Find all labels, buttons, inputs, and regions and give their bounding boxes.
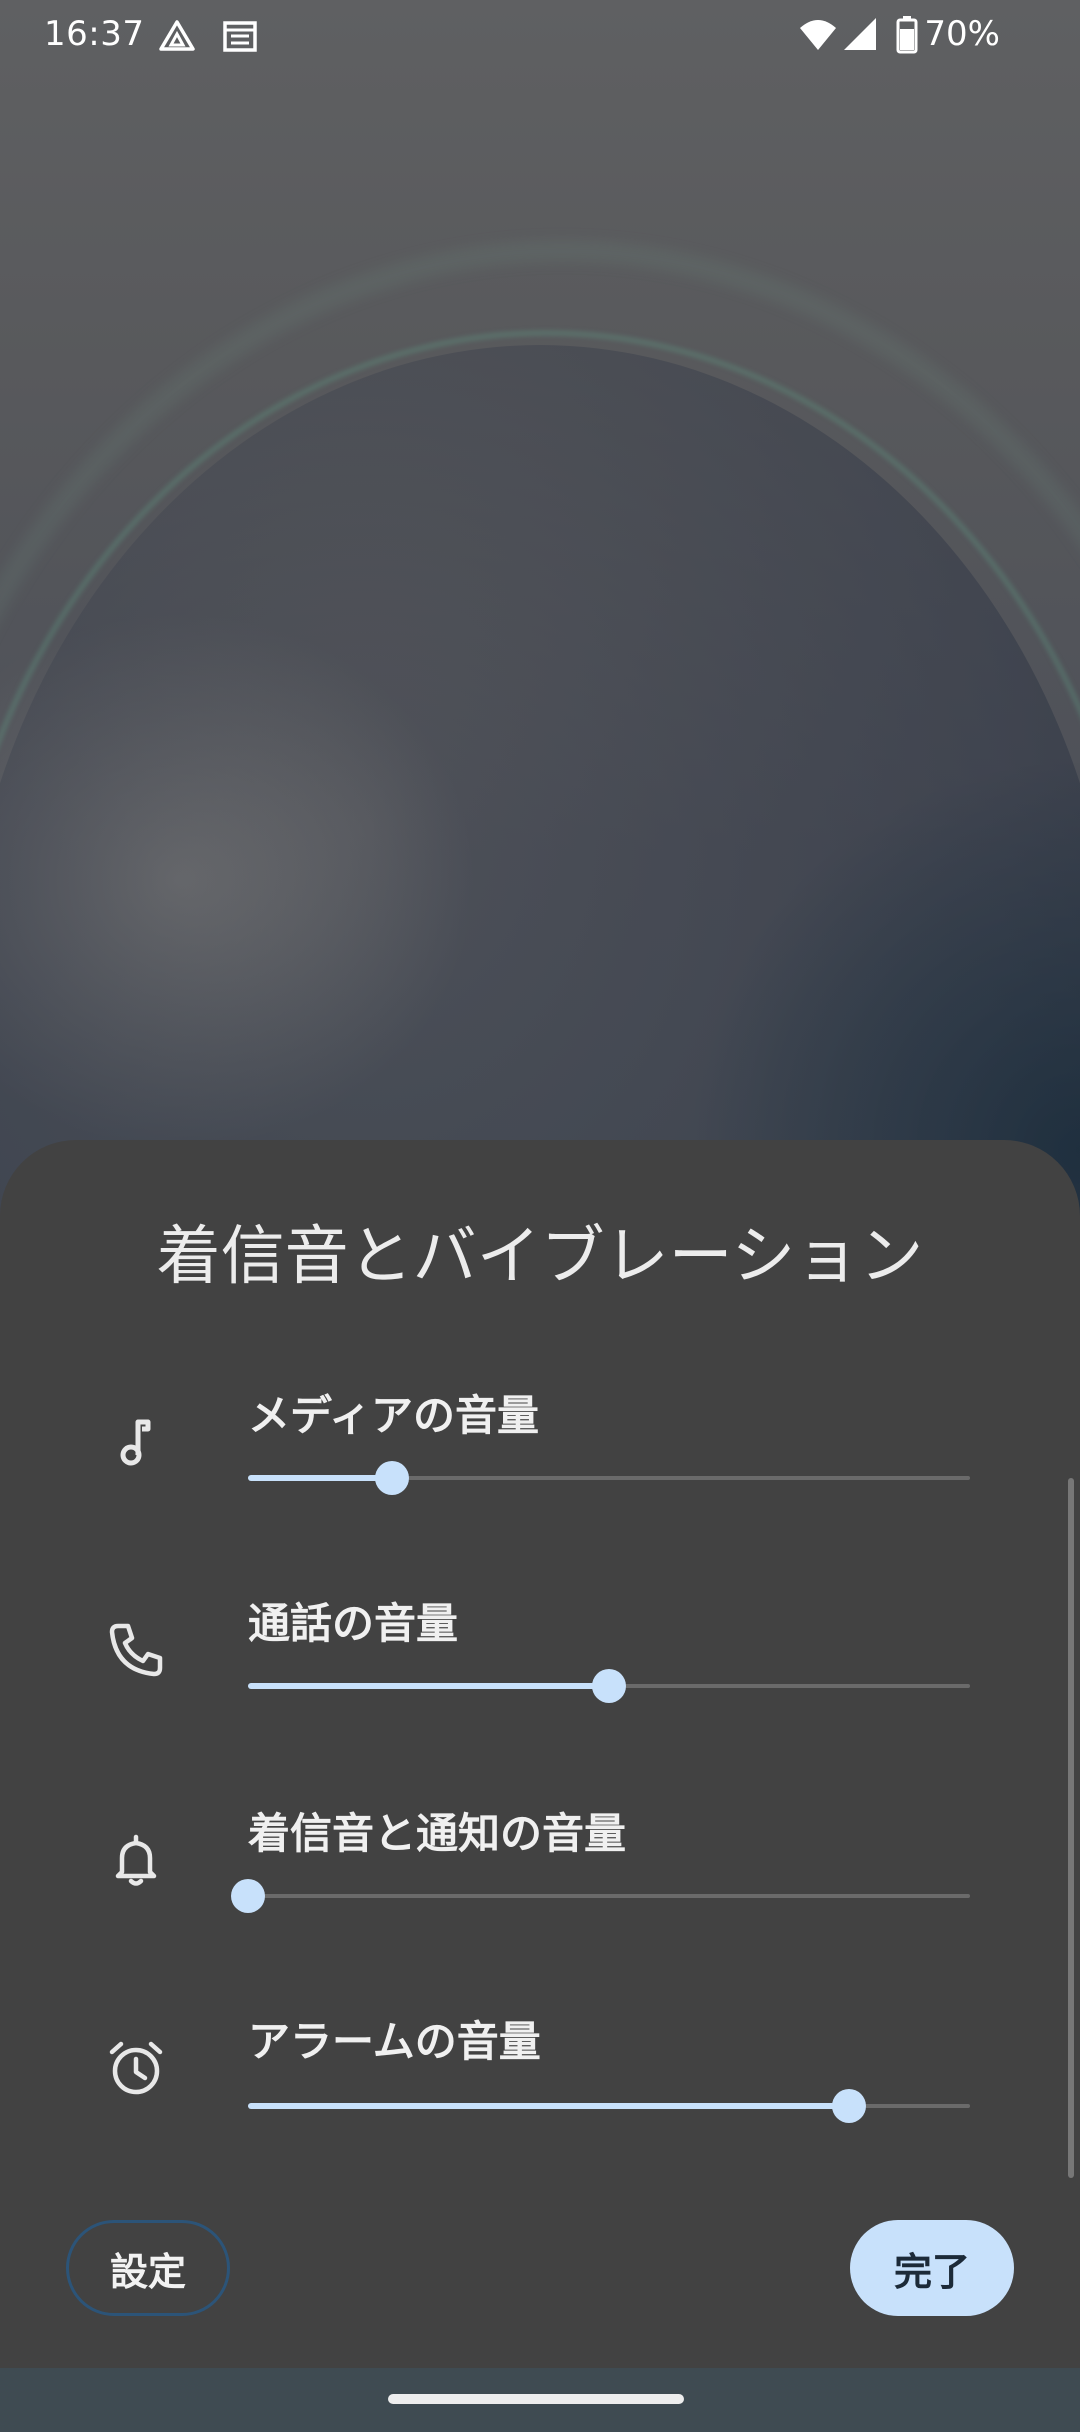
signal-icon xyxy=(842,16,878,56)
battery-icon xyxy=(896,16,918,58)
sheet-title: 着信音とバイブレーション xyxy=(156,1220,924,1294)
ring-volume-thumb[interactable] xyxy=(231,1879,265,1913)
done-button[interactable]: 完了 xyxy=(850,2220,1014,2316)
call-volume-fill xyxy=(248,1683,609,1689)
alarm-clock-icon xyxy=(104,2036,168,2100)
call-volume-label: 通話の音量 xyxy=(248,1599,459,1648)
settings-button[interactable]: 設定 xyxy=(66,2220,230,2316)
media-volume-thumb[interactable] xyxy=(375,1461,409,1495)
media-volume-slider[interactable] xyxy=(248,1461,970,1495)
alarm-volume-thumb[interactable] xyxy=(832,2089,866,2123)
alarm-volume-label: アラームの音量 xyxy=(248,2017,541,2066)
clock: 16:37 xyxy=(44,14,145,54)
ring-volume-slider[interactable] xyxy=(231,1879,970,1913)
alarm-volume-fill xyxy=(248,2103,849,2109)
volume-sheet xyxy=(0,1140,1080,2368)
navigation-bar xyxy=(0,2368,1080,2432)
call-volume-thumb[interactable] xyxy=(592,1669,626,1703)
ring-volume-label: 着信音と通知の音量 xyxy=(248,1809,627,1858)
alarm-volume-slider[interactable] xyxy=(248,2089,970,2123)
status-bar: 16:37 70% xyxy=(0,0,1080,72)
bell-icon xyxy=(104,1828,168,1892)
media-volume-fill xyxy=(248,1475,392,1481)
wifi-icon xyxy=(798,16,838,56)
phone-icon xyxy=(104,1618,168,1682)
calendar-icon xyxy=(222,18,258,58)
home-gesture-handle[interactable] xyxy=(388,2394,684,2404)
scrollbar[interactable] xyxy=(1068,1478,1074,2178)
media-volume-label: メディアの音量 xyxy=(248,1391,540,1440)
drive-icon xyxy=(158,18,196,58)
call-volume-slider[interactable] xyxy=(248,1669,970,1703)
battery-percent: 70% xyxy=(924,14,1000,54)
music-note-icon xyxy=(104,1410,168,1474)
